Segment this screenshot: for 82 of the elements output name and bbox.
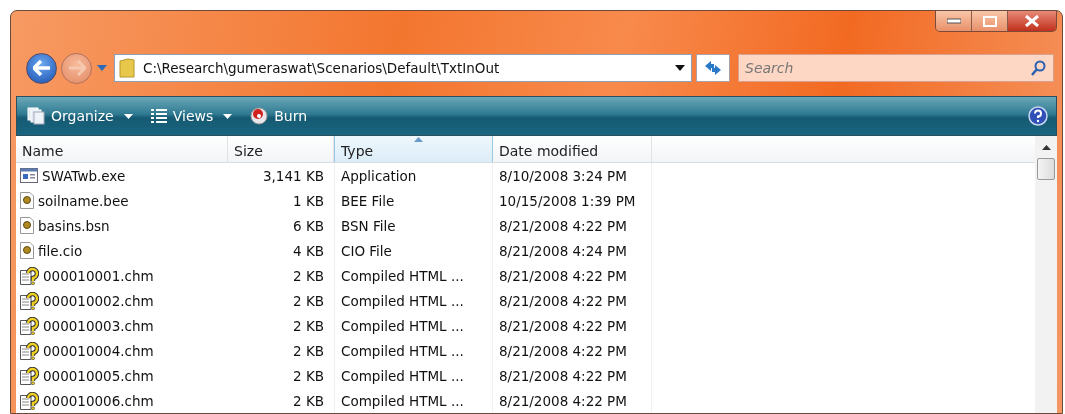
close-icon	[1025, 15, 1039, 27]
dropdown-arrow-icon[interactable]	[675, 65, 685, 71]
file-name[interactable]: SWATwb.exe	[42, 167, 126, 184]
date-modified: 8/21/2008 4:22 PM	[493, 263, 652, 288]
date-modified: 8/10/2008 3:24 PM	[493, 163, 652, 188]
file-type: BEE File	[334, 188, 493, 213]
toolbar-button[interactable]: Burn	[248, 105, 310, 127]
date-modified: 8/21/2008 4:22 PM	[493, 213, 652, 238]
help-file-icon	[20, 291, 39, 310]
file-type: Application	[334, 163, 493, 188]
file-icon	[20, 217, 34, 234]
date-modified: 8/21/2008 4:22 PM	[493, 388, 652, 413]
close-button[interactable]	[1008, 11, 1056, 31]
file-name[interactable]: soilname.bee	[38, 192, 129, 209]
column-header[interactable]: Type	[334, 136, 493, 162]
scroll-up-icon[interactable]	[1041, 144, 1051, 150]
file-size: 2 KB	[292, 316, 325, 336]
caret-icon	[223, 113, 233, 119]
file-type: Compiled HTML ...	[334, 363, 493, 388]
toolbar-button[interactable]: Views	[148, 106, 235, 126]
refresh-button[interactable]	[696, 54, 730, 82]
file-type: Compiled HTML ...	[334, 313, 493, 338]
file-type: Compiled HTML ...	[334, 263, 493, 288]
date-modified: 8/21/2008 4:22 PM	[493, 338, 652, 363]
maximize-icon	[982, 15, 997, 27]
date-modified: 10/15/2008 1:39 PM	[493, 188, 652, 213]
help-file-icon	[20, 391, 39, 410]
file-size: 2 KB	[292, 366, 325, 386]
column-header[interactable]: Name	[16, 136, 228, 162]
file-icon	[20, 242, 34, 259]
pages-icon	[27, 107, 45, 125]
file-size: 4 KB	[292, 241, 325, 261]
file-type: Compiled HTML ...	[334, 288, 493, 313]
back-button[interactable]	[26, 52, 57, 84]
file-name[interactable]: file.cio	[38, 242, 83, 259]
column-header[interactable]: Date modified	[493, 136, 652, 162]
file-name[interactable]: basins.bsn	[38, 217, 110, 234]
file-type: BSN File	[334, 213, 493, 238]
application-icon	[20, 168, 38, 183]
maximize-button[interactable]	[972, 11, 1008, 31]
folder-icon	[119, 58, 135, 78]
back-arrow-icon	[32, 60, 51, 76]
minimize-button[interactable]	[936, 11, 972, 31]
help-file-icon	[20, 366, 39, 385]
file-type: Compiled HTML ...	[334, 388, 493, 413]
forward-arrow-icon	[67, 60, 86, 76]
address-path: C:\Research\gumeraswat\Scenarios\Default\TxtInOut	[143, 60, 501, 76]
date-modified: 8/21/2008 4:24 PM	[493, 238, 652, 263]
search-icon[interactable]	[1031, 60, 1046, 76]
file-type: CIO File	[334, 238, 493, 263]
file-name[interactable]: 000010003.chm	[43, 317, 154, 334]
minimize-icon	[946, 18, 961, 24]
file-type: Compiled HTML ...	[334, 338, 493, 363]
file-name[interactable]: 000010006.chm	[43, 392, 154, 409]
disc-icon	[250, 107, 269, 125]
search-field[interactable]: Search	[738, 54, 1054, 82]
file-size: 6 KB	[292, 216, 325, 236]
views-icon	[150, 108, 167, 124]
file-name[interactable]: 000010002.chm	[43, 292, 154, 309]
file-size: 2 KB	[292, 391, 325, 411]
help-icon[interactable]	[1028, 106, 1048, 126]
file-name[interactable]: 000010005.chm	[43, 367, 154, 384]
file-size: 2 KB	[292, 266, 325, 286]
file-size: 1 KB	[292, 191, 325, 211]
file-size: 2 KB	[292, 291, 325, 311]
toolbar-button[interactable]: Organize	[25, 105, 135, 127]
date-modified: 8/21/2008 4:22 PM	[493, 363, 652, 388]
file-name[interactable]: 000010001.chm	[43, 267, 154, 284]
scrollbar[interactable]	[1035, 136, 1057, 413]
address-bar[interactable]: C:\Research\gumeraswat\Scenarios\Default\TxtInOut	[114, 54, 692, 82]
caret-icon	[123, 113, 133, 119]
help-file-icon	[20, 341, 39, 360]
date-modified: 8/21/2008 4:22 PM	[493, 313, 652, 338]
file-size: 3,141 KB	[261, 166, 325, 186]
scroll-thumb[interactable]	[1037, 158, 1055, 180]
file-size: 2 KB	[292, 341, 325, 361]
refresh-icon	[703, 60, 723, 76]
file-name[interactable]: 000010004.chm	[43, 342, 154, 359]
help-file-icon	[20, 316, 39, 335]
file-icon	[20, 192, 34, 209]
help-file-icon	[20, 266, 39, 285]
date-modified: 8/21/2008 4:22 PM	[493, 288, 652, 313]
